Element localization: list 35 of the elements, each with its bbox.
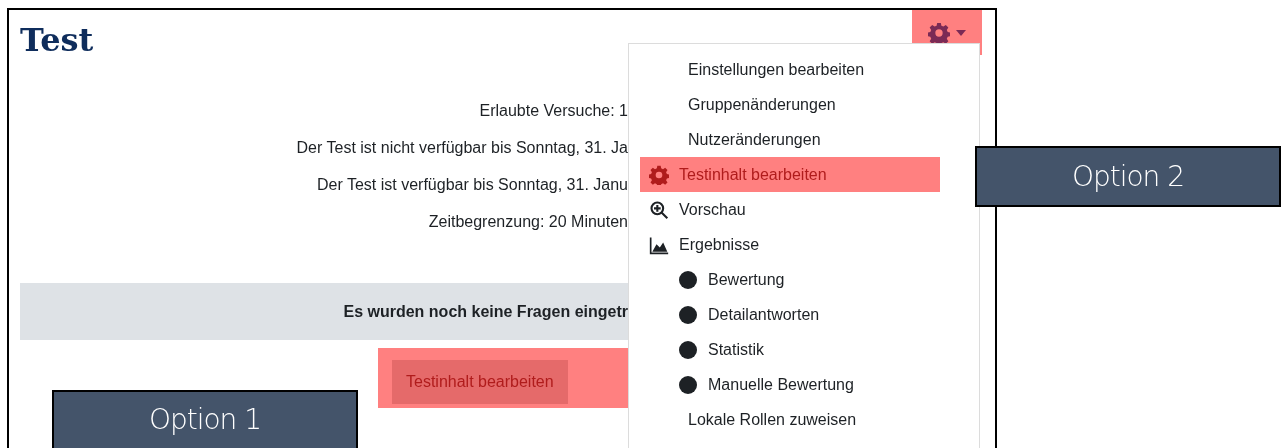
callout-label: Option 1 xyxy=(52,390,358,448)
menu-item-label: Manuelle Bewertung xyxy=(708,374,854,395)
info-text: Erlaubte Versuche: 1 xyxy=(479,101,628,121)
menu-item[interactable]: Detailantworten xyxy=(629,297,979,332)
bullet-icon xyxy=(679,305,697,324)
menu-item-label: Ergebnisse xyxy=(679,234,760,255)
menu-item-label: Gruppenänderungen xyxy=(688,94,836,115)
menu-item[interactable]: Ergebnisse xyxy=(629,227,979,262)
zoom-in-icon xyxy=(649,199,669,220)
menu-item-label: Statistik xyxy=(708,339,764,360)
menu-item-label: Testinhalt bearbeiten xyxy=(679,164,827,185)
menu-item-label: Lokale Rollen zuweisen xyxy=(688,409,857,430)
menu-item[interactable]: Statistik xyxy=(629,332,979,367)
bullet-icon xyxy=(679,340,697,359)
menu-item[interactable]: Bewertung xyxy=(629,262,979,297)
menu-item[interactable]: Einstellungen bearbeiten xyxy=(629,52,979,87)
menu-item-label: Bewertung xyxy=(708,269,785,290)
info-text: Der Test ist verfügbar bis Sonntag, 31. Janu xyxy=(317,175,628,195)
menu-item[interactable]: Manuelle Bewertung xyxy=(629,367,979,402)
menu-item-label: Einstellungen bearbeiten xyxy=(688,59,865,80)
settings-icon xyxy=(649,164,669,185)
menu-item[interactable]: Lokale Rollen zuweisen xyxy=(629,402,979,437)
notice-bar: Es wurden noch keine Fragen eingetr xyxy=(20,283,628,340)
menu-item-label: Detailantworten xyxy=(708,304,820,325)
settings-icon xyxy=(928,21,950,44)
caret-icon xyxy=(956,29,966,36)
menu-item-label: Nutzeränderungen xyxy=(688,129,821,150)
bullet-icon xyxy=(679,375,697,394)
callout-label: Option 2 xyxy=(975,146,1281,207)
page-title: Test xyxy=(20,20,94,61)
info-text: Zeitbegrenzung: 20 Minuten xyxy=(428,212,628,232)
info-text: Der Test ist nicht verfügbar bis Sonntag, 31. Ja xyxy=(296,138,628,158)
menu-item[interactable]: Gruppenänderungen xyxy=(629,87,979,122)
menu-item-label: Vorschau xyxy=(679,199,746,220)
bullet-icon xyxy=(679,270,697,289)
